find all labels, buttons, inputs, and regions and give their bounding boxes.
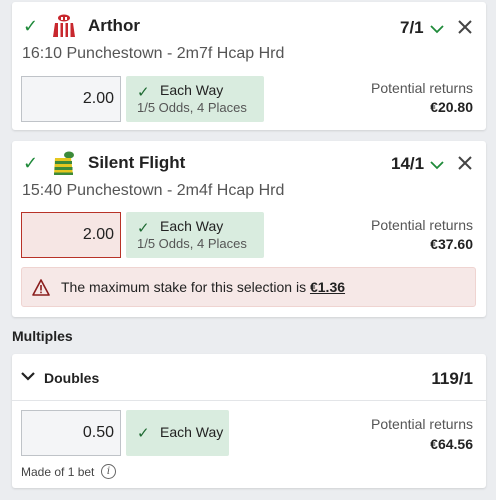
- runner-name: Arthor: [88, 16, 140, 35]
- race-info: 15:40 Punchestown - 2m4f Hcap Hrd: [22, 182, 285, 199]
- each-way-terms: 1/5 Odds, 4 Places: [137, 236, 247, 251]
- selection-card-arthor: ✓ Arthor 7/1 16:10 Punchestown - 2m7f Hc…: [12, 2, 486, 130]
- each-way-check-icon: ✓: [137, 425, 150, 442]
- each-way-toggle[interactable]: ✓ Each Way 1/5 Odds, 4 Places: [126, 76, 264, 122]
- warning-message: The maximum stake for this selection is: [61, 279, 307, 295]
- potential-returns-label: Potential returns: [371, 80, 473, 96]
- multiples-card: Doubles 119/1 0.50 ✓ Each Way Potential …: [12, 354, 486, 488]
- odds-value[interactable]: 14/1: [391, 154, 424, 174]
- each-way-terms: 1/5 Odds, 4 Places: [137, 100, 247, 115]
- potential-returns-value: €37.60: [430, 236, 473, 252]
- warning-text: The maximum stake for this selection is …: [61, 279, 345, 295]
- max-stake-warning: The maximum stake for this selection is …: [21, 267, 476, 307]
- each-way-check-icon: ✓: [137, 220, 150, 237]
- potential-returns-value: €64.56: [430, 436, 473, 452]
- multiples-odds: 119/1: [431, 369, 473, 388]
- each-way-label: Each Way: [160, 82, 224, 98]
- made-of-bets-label: Made of 1 bet: [21, 465, 95, 479]
- stake-input[interactable]: 2.00: [21, 212, 121, 258]
- chevron-down-icon[interactable]: [428, 156, 446, 174]
- bet-type-label[interactable]: Doubles: [44, 370, 99, 386]
- chevron-down-icon[interactable]: [20, 369, 36, 383]
- divider: [12, 400, 486, 401]
- multiples-heading: Multiples: [12, 328, 73, 344]
- race-info: 16:10 Punchestown - 2m7f Hcap Hrd: [22, 45, 285, 62]
- stake-input[interactable]: 0.50: [21, 410, 121, 456]
- potential-returns-label: Potential returns: [371, 416, 473, 432]
- selection-check-icon[interactable]: ✓: [23, 153, 38, 174]
- close-icon[interactable]: [458, 20, 472, 34]
- silk-red-white-icon: [53, 14, 75, 37]
- chevron-down-icon[interactable]: [428, 20, 446, 38]
- selection-check-icon[interactable]: ✓: [23, 16, 38, 37]
- close-icon[interactable]: [458, 156, 472, 170]
- info-icon[interactable]: i: [101, 464, 116, 479]
- potential-returns-label: Potential returns: [371, 217, 473, 233]
- each-way-toggle[interactable]: ✓ Each Way 1/5 Odds, 4 Places: [126, 212, 264, 258]
- each-way-check-icon: ✓: [137, 84, 150, 101]
- warning-icon: [32, 279, 50, 296]
- stake-input[interactable]: 2.00: [21, 76, 121, 122]
- selection-card-silent-flight: ✓ Silent Flight 14/1 15:40 Punchestown -…: [12, 141, 486, 317]
- max-stake-amount-link[interactable]: €1.36: [310, 279, 345, 295]
- silk-green-yellow-icon: [54, 151, 74, 175]
- each-way-toggle[interactable]: ✓ Each Way: [126, 410, 229, 456]
- runner-name: Silent Flight: [88, 153, 186, 172]
- each-way-label: Each Way: [160, 218, 224, 234]
- odds-value[interactable]: 7/1: [400, 18, 424, 38]
- potential-returns-value: €20.80: [430, 99, 473, 115]
- each-way-label: Each Way: [160, 424, 224, 440]
